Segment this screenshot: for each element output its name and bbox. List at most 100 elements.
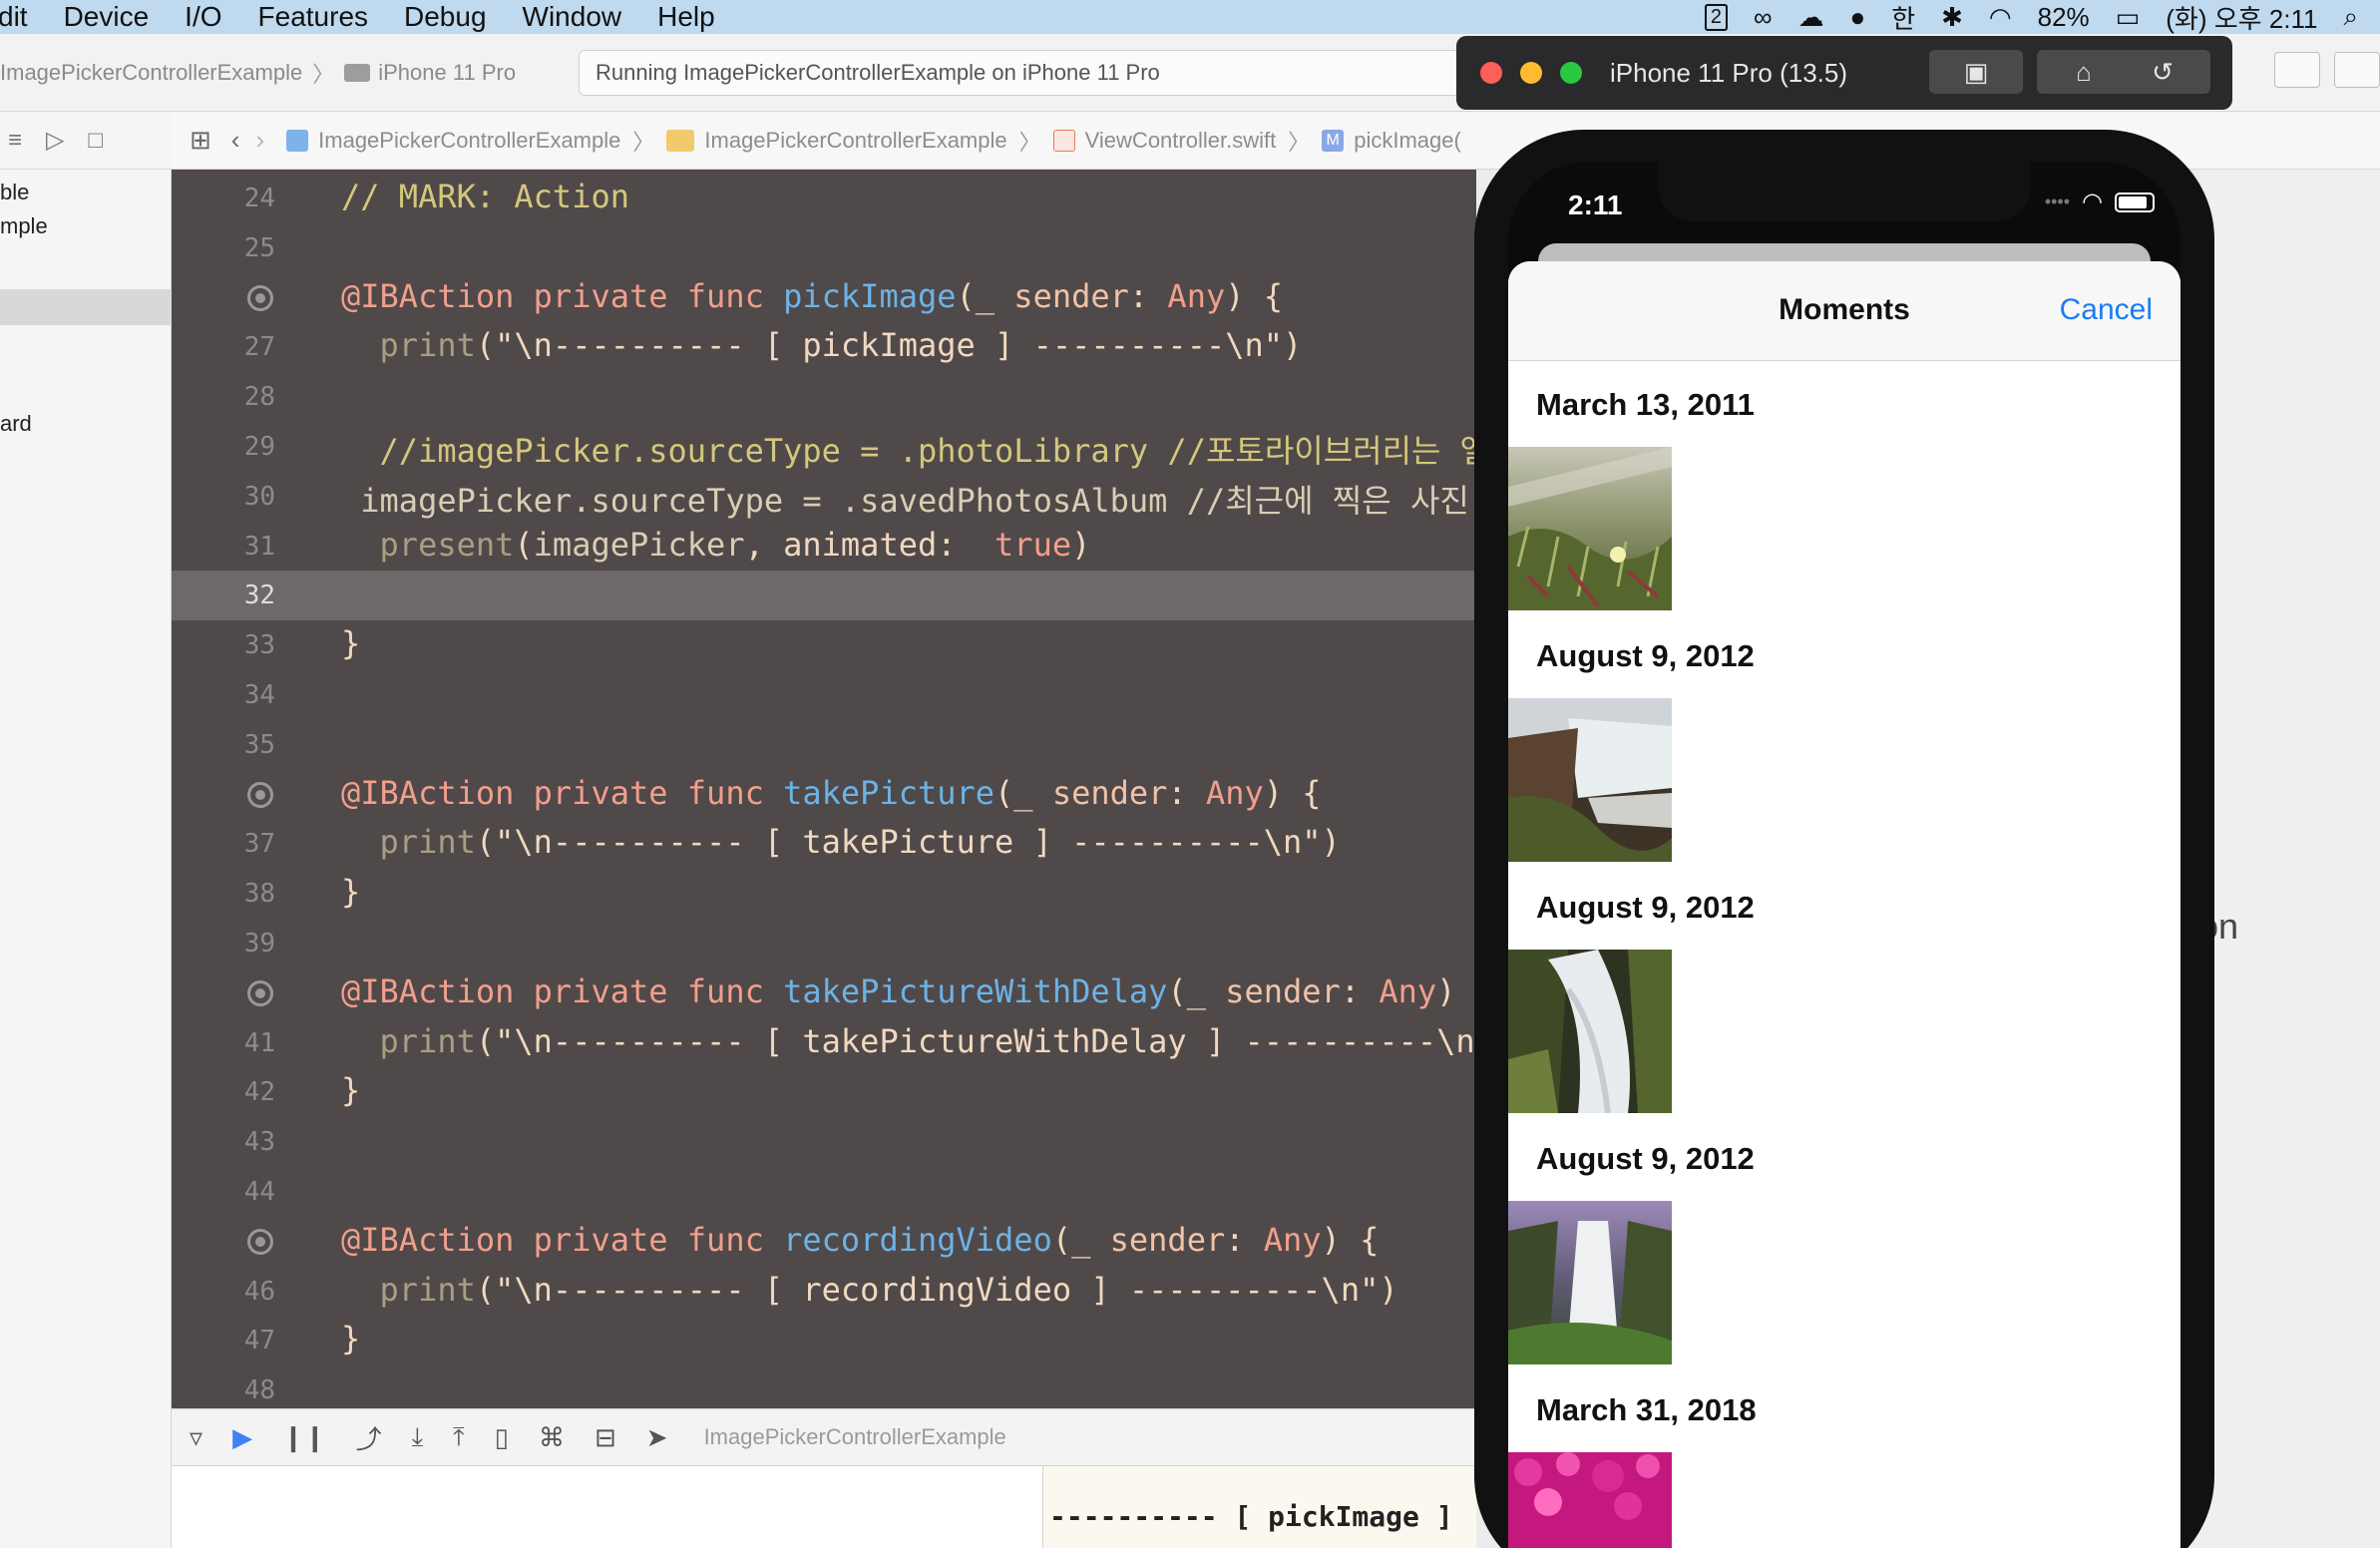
glasses-icon[interactable]: ∞ — [1754, 2, 1773, 33]
code-line[interactable]: 34 — [172, 670, 1476, 720]
menu-debug[interactable]: Debug — [404, 1, 487, 33]
code-line[interactable]: 47} — [172, 1316, 1476, 1365]
code-line[interactable]: 28 — [172, 372, 1476, 422]
ibaction-connection-icon[interactable] — [247, 781, 273, 808]
line-number[interactable]: 24 — [172, 184, 275, 213]
toggle-debug-area-button[interactable] — [2274, 52, 2320, 88]
line-number[interactable]: 33 — [172, 630, 275, 660]
forward-arrow-icon[interactable]: › — [255, 125, 264, 156]
comment-icon[interactable]: □ — [88, 127, 103, 155]
environment-overrides-icon[interactable]: ⊟ — [595, 1422, 616, 1453]
code-line[interactable]: 29 //imagePicker.sourceType = .photoLibr… — [172, 422, 1476, 472]
breadcrumb-file[interactable]: ViewController.swift — [1052, 128, 1276, 154]
menu-features[interactable]: Features — [258, 1, 369, 33]
breadcrumb-method[interactable]: M pickImage( — [1322, 128, 1461, 154]
menu-device[interactable]: Device — [64, 1, 150, 33]
battery-icon[interactable]: ▭ — [2116, 2, 2141, 33]
code-line[interactable]: 37 print("\n---------- [ takePicture ] -… — [172, 819, 1476, 869]
cloud-icon[interactable]: ☁ — [1797, 2, 1823, 33]
code-line[interactable]: 39 — [172, 919, 1476, 968]
wifi-icon[interactable]: ◠ — [1989, 2, 2012, 33]
screenshot-button[interactable]: ▣ — [1929, 50, 2023, 94]
console-output[interactable]: ---------- [ pickImage ] — [1043, 1466, 1476, 1548]
line-number[interactable]: 31 — [172, 532, 275, 562]
view-hierarchy-icon[interactable]: ▯ — [495, 1422, 509, 1453]
source-editor[interactable]: 24 // MARK: Action 25 26@IBAction private f… — [172, 170, 1476, 1408]
photo-thumbnail[interactable] — [1508, 447, 1672, 610]
code-line[interactable]: 26@IBAction private func pickImage(_ sen… — [172, 273, 1476, 323]
menu-io[interactable]: I/O — [185, 1, 221, 33]
code-line[interactable]: 41 print("\n---------- [ takePictureWith… — [172, 1018, 1476, 1068]
pause-icon[interactable]: ❙❙ — [282, 1422, 326, 1453]
minimize-window-button[interactable] — [1520, 62, 1542, 84]
photo-thumbnail[interactable] — [1508, 1201, 1672, 1364]
rotate-button[interactable]: ↺ — [2115, 50, 2210, 94]
code-line[interactable]: 42} — [172, 1067, 1476, 1117]
chat-icon[interactable]: ● — [1849, 2, 1865, 33]
code-line[interactable]: 24 // MARK: Action — [172, 174, 1476, 223]
memory-graph-icon[interactable]: ⌘ — [539, 1422, 565, 1453]
simulate-location-icon[interactable]: ➤ — [646, 1422, 668, 1453]
line-number[interactable]: 29 — [172, 432, 275, 462]
code-line[interactable]: 48 — [172, 1365, 1476, 1408]
navigator-item[interactable]: mple — [0, 213, 48, 239]
line-number[interactable]: 37 — [172, 829, 275, 859]
code-line[interactable]: 40@IBAction private func takePictureWith… — [172, 968, 1476, 1018]
code-line[interactable]: 30 imagePicker.sourceType = .savedPhotos… — [172, 472, 1476, 522]
line-number[interactable]: 34 — [172, 680, 275, 710]
code-line[interactable]: 38} — [172, 869, 1476, 919]
code-line[interactable]: 27 print("\n---------- [ pickImage ] ---… — [172, 322, 1476, 372]
tag-icon[interactable]: ▷ — [46, 126, 64, 155]
code-line[interactable]: 45@IBAction private func recordingVideo(… — [172, 1217, 1476, 1267]
code-line[interactable]: 44 — [172, 1167, 1476, 1217]
variables-view[interactable] — [172, 1466, 1043, 1548]
code-line[interactable]: 46 print("\n---------- [ recordingVideo … — [172, 1267, 1476, 1317]
iphone-screen[interactable]: 2:11 •••• ◠ Moments Cancel March 13, 201… — [1508, 162, 2181, 1548]
step-over-icon[interactable]: ⤴ — [356, 1419, 382, 1456]
list-icon[interactable]: ≡ — [8, 127, 22, 155]
navigator-selected-row[interactable] — [0, 289, 172, 325]
spotlight-search-icon[interactable]: ⌕ — [2343, 1, 2358, 33]
code-line[interactable]: 43 — [172, 1117, 1476, 1167]
menu-window[interactable]: Window — [523, 1, 622, 33]
breakpoints-toggle-icon[interactable]: ▶ — [232, 1422, 252, 1453]
photo-thumbnail[interactable] — [1508, 950, 1672, 1113]
toggle-inspector-button[interactable] — [2334, 52, 2380, 88]
close-window-button[interactable] — [1480, 62, 1502, 84]
line-number[interactable]: 48 — [172, 1375, 275, 1405]
line-number[interactable]: 44 — [172, 1177, 275, 1207]
navigator-item[interactable]: ble — [0, 180, 29, 205]
step-out-icon[interactable]: ⤒ — [453, 1421, 465, 1453]
zoom-window-button[interactable] — [1560, 62, 1582, 84]
cancel-button[interactable]: Cancel — [2060, 293, 2153, 327]
desktop-number-icon[interactable]: 2 — [1704, 3, 1728, 31]
line-number[interactable]: 35 — [172, 730, 275, 760]
line-number[interactable]: 32 — [172, 580, 275, 610]
scheme-target[interactable]: ImagePickerControllerExample — [0, 60, 302, 86]
scheme-selector[interactable]: ImagePickerControllerExample 〉 iPhone 11… — [0, 52, 516, 94]
line-number[interactable]: 46 — [172, 1277, 275, 1307]
menu-help[interactable]: Help — [657, 1, 715, 33]
input-source-icon[interactable]: 한 — [1891, 0, 1915, 36]
back-arrow-icon[interactable]: ‹ — [231, 125, 240, 156]
bluetooth-icon[interactable]: ✱ — [1941, 2, 1963, 33]
line-number[interactable]: 43 — [172, 1127, 275, 1157]
line-number[interactable]: 28 — [172, 382, 275, 412]
menu-clock[interactable]: (화) 오후 2:11 — [2166, 0, 2317, 36]
step-into-icon[interactable]: ⤓ — [412, 1421, 424, 1453]
line-number[interactable]: 25 — [172, 233, 275, 263]
line-number[interactable]: 41 — [172, 1028, 275, 1058]
scheme-device[interactable]: iPhone 11 Pro — [378, 60, 516, 86]
code-line[interactable]: 33} — [172, 620, 1476, 670]
battery-percent[interactable]: 82% — [2038, 2, 2090, 33]
navigator-item[interactable]: ard — [0, 411, 32, 437]
ibaction-connection-icon[interactable] — [247, 284, 273, 311]
code-line[interactable]: 25 — [172, 223, 1476, 273]
line-number[interactable]: 27 — [172, 332, 275, 362]
breadcrumb-project[interactable]: ImagePickerControllerExample — [286, 128, 620, 154]
line-number[interactable]: 42 — [172, 1077, 275, 1107]
code-line[interactable]: 36@IBAction private func takePicture(_ s… — [172, 770, 1476, 820]
line-number[interactable]: 38 — [172, 879, 275, 909]
hide-debug-area-icon[interactable]: ▿ — [190, 1422, 202, 1453]
line-number[interactable]: 39 — [172, 929, 275, 959]
